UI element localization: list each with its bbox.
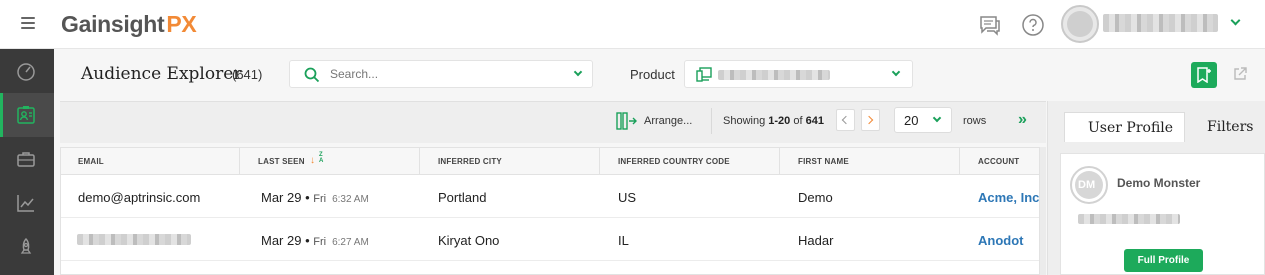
user-name-redacted[interactable]	[1103, 14, 1218, 32]
sort-arrow-icon[interactable]: ↓	[310, 155, 315, 166]
avatar-initials: DM	[1078, 179, 1096, 191]
rows-label: rows	[963, 115, 987, 127]
column-divider	[419, 148, 420, 175]
tab-filters[interactable]: Filters	[1186, 112, 1265, 142]
speedometer-icon	[17, 63, 35, 81]
cell-city: Kiryat Ono	[438, 233, 500, 248]
user-avatar[interactable]	[1061, 5, 1099, 43]
column-header-country[interactable]: INFERRED COUNTRY CODE	[618, 157, 730, 166]
nav-item-launch[interactable]	[0, 225, 54, 269]
page-title: Audience Explorer	[81, 64, 242, 84]
tab-user-profile[interactable]: User Profile	[1064, 112, 1185, 142]
profile-name: Demo Monster	[1117, 176, 1201, 190]
column-header-email[interactable]: EMAIL	[78, 157, 104, 166]
chevron-down-icon[interactable]	[891, 67, 901, 77]
chevron-down-icon[interactable]	[1230, 15, 1241, 26]
next-page-button[interactable]	[861, 109, 880, 131]
column-divider	[599, 148, 600, 175]
cell-country: US	[618, 190, 637, 205]
rocket-icon	[20, 237, 32, 254]
external-link-icon[interactable]	[1233, 67, 1247, 81]
table-header: EMAIL LAST SEEN ↓ ZA INFERRED CITY INFER…	[61, 148, 1039, 175]
profile-email-redacted	[1078, 214, 1180, 224]
nav-item-audience[interactable]	[0, 93, 54, 137]
users-table: EMAIL LAST SEEN ↓ ZA INFERRED CITY INFER…	[60, 147, 1043, 275]
chevron-right-icon	[864, 115, 874, 125]
cell-first-name: Demo	[798, 190, 833, 205]
help-icon[interactable]	[1021, 13, 1045, 37]
cell-last-seen: Mar 29 • Fri 6:32 AM	[261, 190, 369, 205]
product-name-redacted	[718, 70, 830, 80]
toolbar-divider	[711, 108, 712, 134]
pagination-summary: Showing 1-20 of 641	[723, 115, 824, 127]
product-label: Product	[630, 67, 675, 82]
nav-item-analytics[interactable]	[0, 181, 54, 225]
app-logo[interactable]: GainsightPX	[61, 11, 197, 38]
menu-icon[interactable]	[21, 17, 35, 29]
full-profile-button[interactable]: Full Profile	[1124, 249, 1203, 272]
sort-az-icon[interactable]: ZA	[319, 152, 323, 164]
chevron-down-icon[interactable]	[573, 67, 583, 77]
cell-account-link[interactable]: Acme, Inc.	[978, 190, 1043, 205]
cell-account-link[interactable]: Anodot	[978, 233, 1023, 248]
arrange-columns-icon[interactable]	[616, 112, 638, 130]
chat-icon[interactable]	[978, 13, 1002, 37]
left-navigation	[0, 49, 54, 275]
top-bar: GainsightPX	[0, 0, 1265, 49]
previous-page-button[interactable]	[836, 109, 855, 131]
column-header-city[interactable]: INFERRED CITY	[438, 157, 502, 166]
table-row[interactable]: demo@aptrinsic.com Mar 29 • Fri 6:32 AM P…	[61, 175, 1043, 218]
audience-icon	[17, 106, 35, 124]
search-box[interactable]	[289, 60, 593, 88]
product-select[interactable]	[684, 60, 913, 88]
column-divider	[959, 148, 960, 175]
cell-last-seen: Mar 29 • Fri 6:27 AM	[261, 233, 369, 248]
collapse-panel-icon[interactable]: »	[1018, 112, 1027, 128]
column-header-first-name[interactable]: FIRST NAME	[798, 157, 849, 166]
cell-country: IL	[618, 233, 629, 248]
cell-first-name: Hadar	[798, 233, 834, 248]
briefcase-icon	[17, 152, 35, 167]
table-scrollbar[interactable]	[1040, 147, 1046, 275]
device-icon	[696, 67, 712, 82]
page-count: (641)	[232, 67, 263, 82]
column-divider	[239, 148, 240, 175]
chart-icon	[17, 195, 34, 212]
arrange-button[interactable]: Arrange...	[644, 115, 692, 127]
column-header-last-seen[interactable]: LAST SEEN	[258, 157, 305, 166]
chevron-left-icon	[841, 115, 851, 125]
nav-item-engagements[interactable]	[0, 137, 54, 181]
cell-email-redacted	[77, 234, 191, 245]
cell-city: Portland	[438, 190, 487, 205]
cell-email: demo@aptrinsic.com	[78, 190, 201, 205]
search-input[interactable]	[330, 66, 560, 82]
bookmark-add-icon	[1197, 67, 1211, 83]
search-icon	[304, 67, 320, 83]
nav-item-dashboard[interactable]	[0, 49, 54, 93]
rows-per-page-select[interactable]: 20	[894, 107, 952, 133]
save-segment-button[interactable]	[1191, 62, 1217, 88]
column-header-account[interactable]: ACCOUNT	[978, 157, 1019, 166]
chevron-down-icon	[932, 113, 942, 123]
column-divider	[779, 148, 780, 175]
table-row[interactable]: Mar 29 • Fri 6:27 AM Kiryat Ono IL Hadar …	[61, 218, 1039, 261]
